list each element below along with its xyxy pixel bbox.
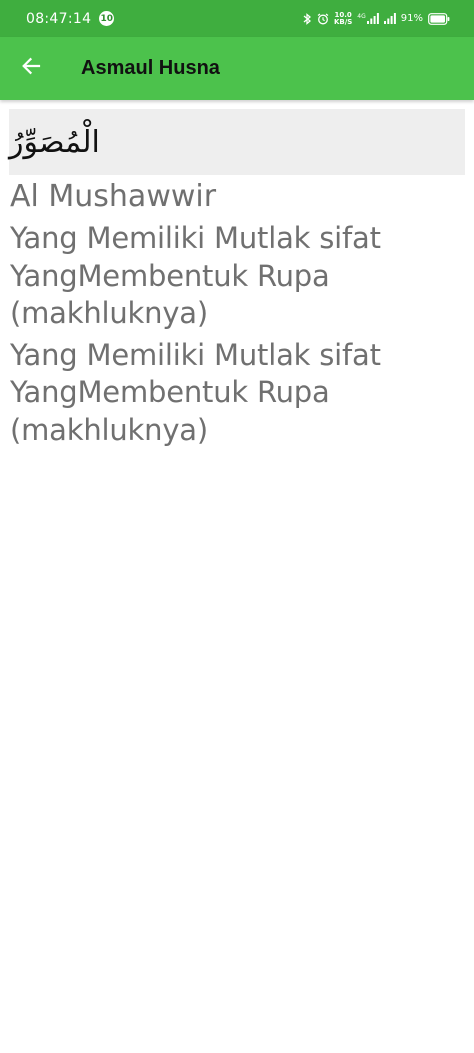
network-speed: 10.0 KB/S bbox=[333, 10, 353, 26]
status-icons: 10.0 KB/S 4G 91% bbox=[302, 10, 450, 26]
arrow-left-icon bbox=[21, 56, 41, 81]
meaning-text: Yang Memiliki Mutlak sifat YangMembentuk… bbox=[10, 337, 381, 447]
signal-icon: 4G bbox=[357, 13, 379, 24]
arabic-name-card: الْمُصَوِّرُ bbox=[9, 109, 465, 175]
signal-icon bbox=[383, 13, 396, 24]
name-detail: Al Mushawwir Yang Memiliki Mutlak sifat … bbox=[10, 178, 460, 449]
arabic-name: الْمُصَوِّرُ bbox=[9, 124, 100, 160]
battery-icon bbox=[428, 12, 450, 25]
alarm-icon bbox=[317, 13, 329, 25]
page-title: Asmaul Husna bbox=[81, 57, 220, 79]
notification-count-badge: 10 bbox=[99, 11, 115, 26]
battery-percent: 91% bbox=[400, 13, 423, 24]
meaning-text: Yang Memiliki Mutlak sifat YangMembentuk… bbox=[10, 221, 381, 330]
bluetooth-icon bbox=[302, 12, 312, 25]
status-time: 08:47:14 bbox=[26, 10, 92, 27]
status-bar: 08:47:14 10 10.0 KB/S 4G 91% bbox=[0, 0, 474, 37]
latin-name: Al Mushawwir bbox=[10, 179, 217, 214]
app-bar: Asmaul Husna bbox=[0, 37, 474, 100]
back-button[interactable] bbox=[14, 51, 48, 85]
